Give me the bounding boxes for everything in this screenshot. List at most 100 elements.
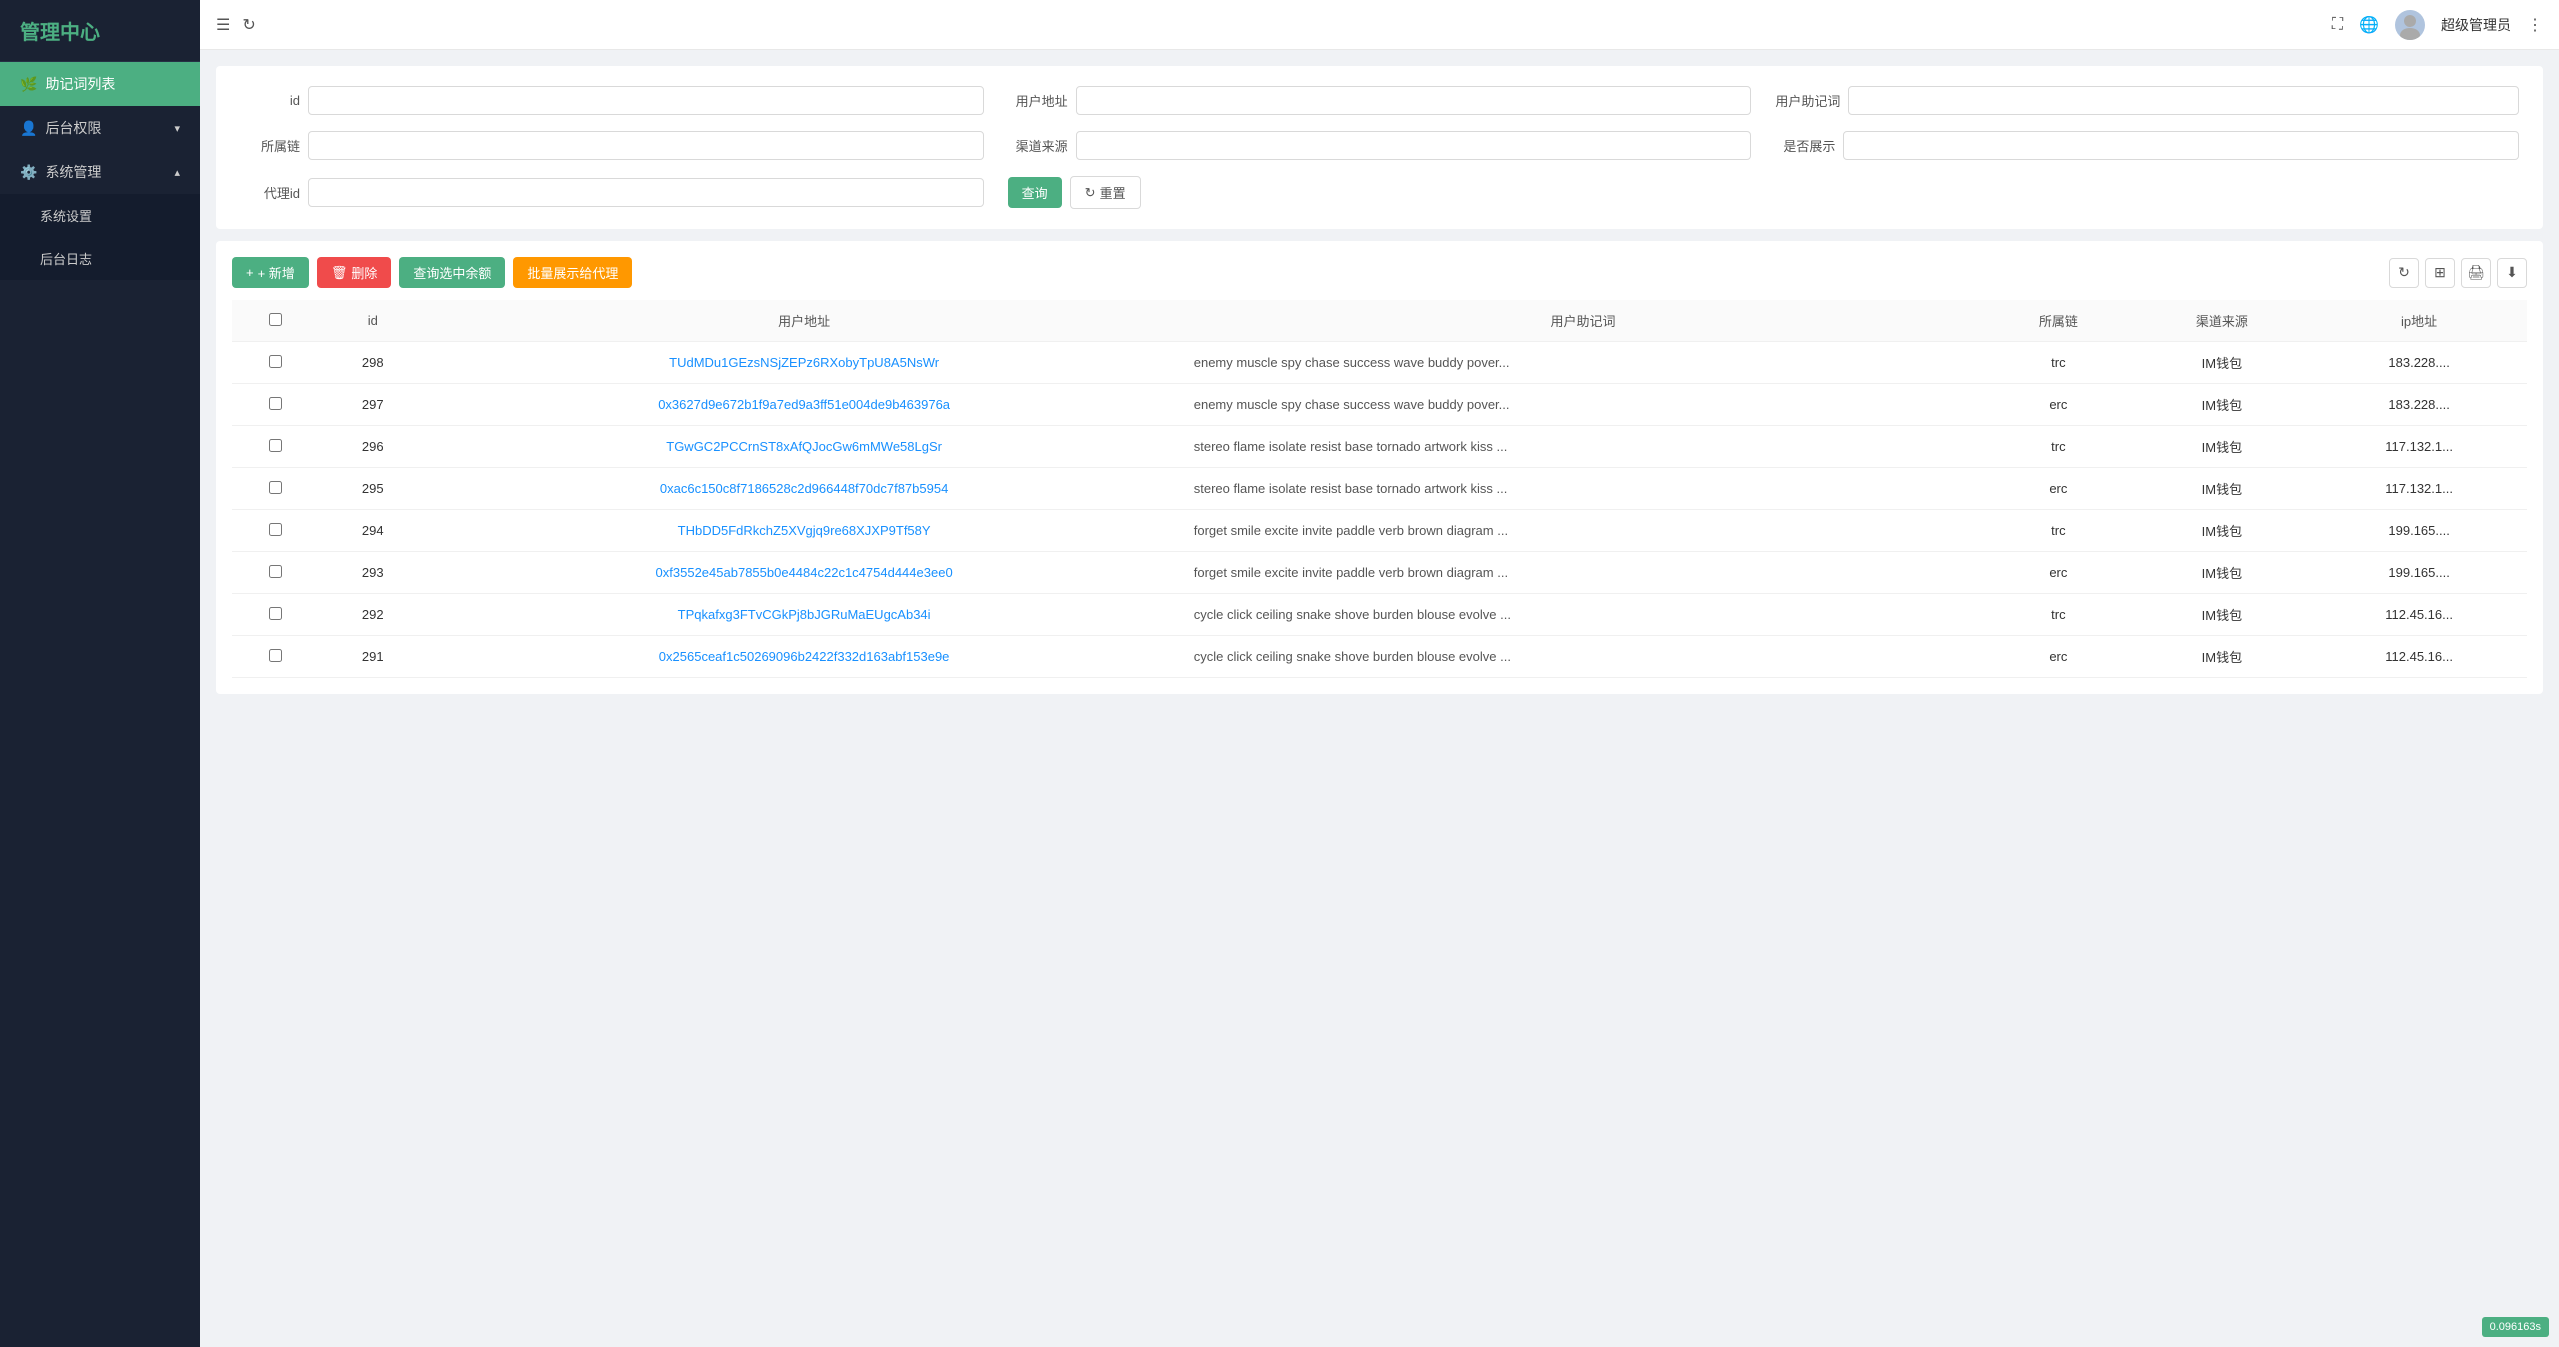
search-grid: id 用户地址 用户助记词 所属链 渠道来源 (240, 86, 2519, 209)
table-row: 296 TGwGC2PCCrnST8xAfQJocGw6mMWe58LgSr s… (232, 426, 2527, 468)
table-row: 298 TUdMDu1GEzsNSjZEPz6RXobyTpU8A5NsWr e… (232, 342, 2527, 384)
delete-button[interactable]: 🗑 删除 (317, 257, 392, 288)
search-card: id 用户地址 用户助记词 所属链 渠道来源 (216, 66, 2543, 229)
cell-mnemonic: forget smile excite invite paddle verb b… (1182, 510, 1985, 552)
toggle-menu-icon[interactable]: ☰ (216, 15, 230, 35)
row-checkbox[interactable] (269, 523, 282, 536)
cell-checkbox (232, 468, 319, 510)
cell-ip: 183.228.... (2311, 384, 2527, 426)
select-all-checkbox[interactable] (269, 313, 282, 326)
input-address[interactable] (1076, 86, 1752, 115)
row-checkbox[interactable] (269, 607, 282, 620)
cell-mnemonic: cycle click ceiling snake shove burden b… (1182, 594, 1985, 636)
address-link[interactable]: 0x3627d9e672b1f9a7ed9a3ff51e004de9b46397… (658, 397, 950, 412)
query-button[interactable]: 查询 (1008, 177, 1062, 208)
sidebar-item-backend-permission[interactable]: 👤 后台权限 ▾ (0, 106, 200, 150)
row-checkbox[interactable] (269, 355, 282, 368)
user-icon: 👤 (20, 120, 37, 137)
cell-channel: IM钱包 (2132, 342, 2311, 384)
add-button[interactable]: + + 新增 (232, 257, 309, 288)
search-row-show: 是否展示 (1775, 131, 2519, 160)
address-link[interactable]: 0x2565ceaf1c50269096b2422f332d163abf153e… (659, 649, 950, 664)
cell-address: TUdMDu1GEzsNSjZEPz6RXobyTpU8A5NsWr (427, 342, 1182, 384)
toolbar-right-icons: ↻ ⊞ 🖨 ⬇ (2389, 258, 2527, 288)
table-body: 298 TUdMDu1GEzsNSjZEPz6RXobyTpU8A5NsWr e… (232, 342, 2527, 678)
chevron-down-icon: ▾ (174, 122, 180, 135)
more-icon[interactable]: ⋮ (2527, 15, 2543, 35)
grid-view-icon[interactable]: ⊞ (2425, 258, 2455, 288)
address-link[interactable]: THbDD5FdRkchZ5XVgjq9re68XJXP9Tf58Y (678, 523, 931, 538)
batch-show-button[interactable]: 批量展示给代理 (513, 257, 632, 288)
sidebar-item-system-settings[interactable]: 系统设置 (0, 194, 200, 237)
input-show[interactable] (1843, 131, 2519, 160)
fullscreen-icon[interactable]: ⛶ (2332, 16, 2343, 34)
input-id[interactable] (308, 86, 984, 115)
globe-icon[interactable]: 🌐 (2359, 15, 2379, 35)
refresh-table-icon[interactable]: ↻ (2389, 258, 2419, 288)
table-row: 292 TPqkafxg3FTvCGkPj8bJGRuMaEUgcAb34i c… (232, 594, 2527, 636)
sidebar-item-label: 后台日志 (40, 249, 92, 268)
search-row-channel: 渠道来源 (1008, 131, 1752, 160)
row-checkbox[interactable] (269, 481, 282, 494)
header: ☰ ↻ ⛶ 🌐 超级管理员 ⋮ (200, 0, 2559, 50)
reset-icon: ↻ (1085, 185, 1096, 201)
cell-ip: 199.165.... (2311, 510, 2527, 552)
sidebar-item-mnemonic-list[interactable]: 🌿 助记词列表 (0, 62, 200, 106)
sidebar-item-backend-log[interactable]: 后台日志 (0, 237, 200, 280)
address-link[interactable]: TGwGC2PCCrnST8xAfQJocGw6mMWe58LgSr (666, 439, 942, 454)
label-id: id (240, 93, 300, 108)
cell-id: 296 (319, 426, 426, 468)
query-balance-button[interactable]: 查询选中余额 (399, 257, 505, 288)
address-link[interactable]: TUdMDu1GEzsNSjZEPz6RXobyTpU8A5NsWr (669, 355, 939, 370)
label-chain: 所属链 (240, 136, 300, 155)
print-icon[interactable]: 🖨 (2461, 258, 2491, 288)
trash-icon: 🗑 (331, 265, 348, 281)
content-area: id 用户地址 用户助记词 所属链 渠道来源 (200, 50, 2559, 1347)
address-link[interactable]: TPqkafxg3FTvCGkPj8bJGRuMaEUgcAb34i (678, 607, 931, 622)
download-icon[interactable]: ⬇ (2497, 258, 2527, 288)
input-channel[interactable] (1076, 131, 1752, 160)
row-checkbox[interactable] (269, 649, 282, 662)
sidebar-item-label: 系统设置 (40, 206, 92, 225)
cell-address: 0xf3552e45ab7855b0e4484c22c1c4754d444e3e… (427, 552, 1182, 594)
cell-chain: erc (1984, 552, 2132, 594)
cell-address: TGwGC2PCCrnST8xAfQJocGw6mMWe58LgSr (427, 426, 1182, 468)
input-agent[interactable] (308, 178, 984, 207)
input-chain[interactable] (308, 131, 984, 160)
sidebar-item-system-management[interactable]: ⚙️ 系统管理 ▴ (0, 150, 200, 194)
row-checkbox[interactable] (269, 397, 282, 410)
sidebar-logo: 管理中心 (0, 0, 200, 62)
cell-ip: 183.228.... (2311, 342, 2527, 384)
table-row: 295 0xac6c150c8f7186528c2d966448f70dc7f8… (232, 468, 2527, 510)
cell-ip: 112.45.16... (2311, 636, 2527, 678)
cell-ip: 117.132.1... (2311, 468, 2527, 510)
reset-button[interactable]: ↻ 重置 (1070, 176, 1141, 209)
label-agent: 代理id (240, 183, 300, 202)
refresh-icon[interactable]: ↻ (242, 15, 255, 35)
cell-channel: IM钱包 (2132, 594, 2311, 636)
cell-channel: IM钱包 (2132, 636, 2311, 678)
row-checkbox[interactable] (269, 565, 282, 578)
cell-chain: trc (1984, 510, 2132, 552)
search-row-address: 用户地址 (1008, 86, 1752, 115)
address-link[interactable]: 0xf3552e45ab7855b0e4484c22c1c4754d444e3e… (656, 565, 953, 580)
cell-checkbox (232, 510, 319, 552)
cell-id: 293 (319, 552, 426, 594)
cell-checkbox (232, 384, 319, 426)
cell-checkbox (232, 342, 319, 384)
address-link[interactable]: 0xac6c150c8f7186528c2d966448f70dc7f87b59… (660, 481, 948, 496)
row-checkbox[interactable] (269, 439, 282, 452)
plus-icon: + (246, 265, 254, 280)
cell-checkbox (232, 552, 319, 594)
cell-mnemonic: enemy muscle spy chase success wave budd… (1182, 342, 1985, 384)
input-mnemonic[interactable] (1848, 86, 2519, 115)
th-ip: ip地址 (2311, 300, 2527, 342)
main-area: ☰ ↻ ⛶ 🌐 超级管理员 ⋮ id 用户地址 (200, 0, 2559, 1347)
cell-mnemonic: stereo flame isolate resist base tornado… (1182, 468, 1985, 510)
cell-id: 294 (319, 510, 426, 552)
cell-mnemonic: cycle click ceiling snake shove burden b… (1182, 636, 1985, 678)
table-row: 293 0xf3552e45ab7855b0e4484c22c1c4754d44… (232, 552, 2527, 594)
cell-mnemonic: enemy muscle spy chase success wave budd… (1182, 384, 1985, 426)
table-row: 297 0x3627d9e672b1f9a7ed9a3ff51e004de9b4… (232, 384, 2527, 426)
sidebar-item-label: 后台权限 (45, 118, 101, 138)
